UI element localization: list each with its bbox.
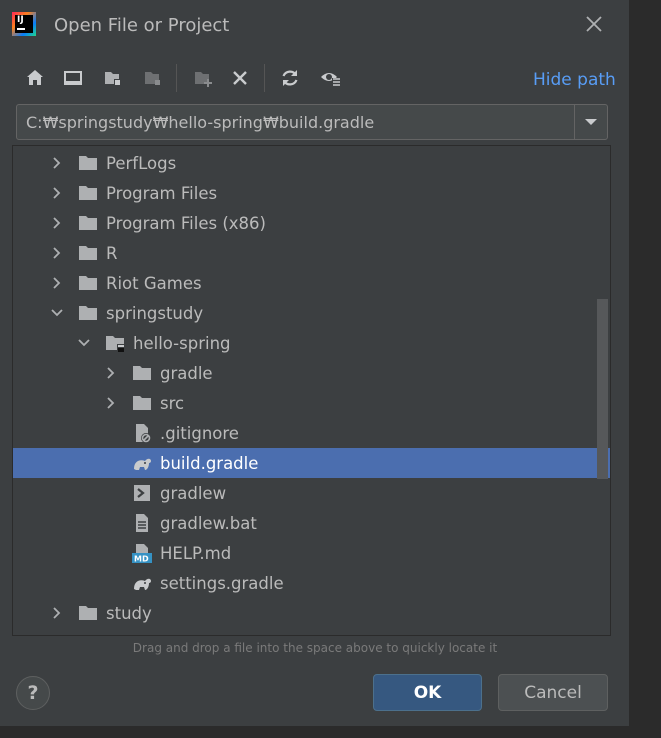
gradle-file-icon <box>134 578 151 590</box>
tree-item-label: src <box>160 394 185 413</box>
delete-button[interactable] <box>227 64 253 92</box>
svg-text:MD: MD <box>134 555 149 564</box>
module-folder-button[interactable] <box>140 64 166 92</box>
chevron-down-icon <box>585 119 597 125</box>
tree-row[interactable]: hello-spring <box>13 328 597 358</box>
tree-row[interactable]: gradlew.bat <box>13 508 597 538</box>
chevron-right-icon[interactable] <box>49 155 65 171</box>
background-bottom <box>0 726 661 738</box>
file-tree[interactable]: PerfLogs Program Files Program Files (x86)… <box>12 145 611 636</box>
tree-row[interactable]: settings.gradle <box>13 568 597 598</box>
title-bar: IJ Open File or Project <box>0 0 630 52</box>
tree-scrollbar-thumb[interactable] <box>597 299 608 479</box>
show-hidden-icon <box>321 73 341 87</box>
tree-item-label: Program Files <box>106 184 218 203</box>
chevron-right-icon[interactable] <box>49 605 65 621</box>
tree-row[interactable]: PerfLogs <box>13 148 597 178</box>
path-dropdown-button[interactable] <box>574 105 607 139</box>
toolbar-separator <box>176 64 177 92</box>
chevron-right-icon[interactable] <box>103 365 119 381</box>
project-folder-button[interactable] <box>100 64 126 92</box>
chevron-right-icon[interactable] <box>49 215 65 231</box>
tree-row[interactable]: .gitignore <box>13 418 597 448</box>
tree-row[interactable]: Program Files (x86) <box>13 208 597 238</box>
tree-item-label: settings.gradle <box>160 574 284 593</box>
module-folder-icon <box>145 72 160 85</box>
show-hidden-button[interactable] <box>318 64 344 92</box>
markdown-file-icon: MD <box>132 544 152 564</box>
chevron-right-icon[interactable] <box>49 275 65 291</box>
folder-icon <box>79 606 97 620</box>
project-folder-icon <box>106 336 125 353</box>
folder-icon <box>78 633 98 636</box>
tree-item-label: PerfLogs <box>106 154 177 173</box>
folder-icon <box>79 156 97 170</box>
desktop-icon <box>64 71 82 85</box>
tree-row[interactable]: MD HELP.md <box>13 538 597 568</box>
folder-icon <box>79 276 97 290</box>
tree-item-label: study <box>106 604 152 623</box>
refresh-button[interactable] <box>277 64 303 92</box>
ignore-file-icon <box>136 424 151 443</box>
tree-item-label: R <box>106 244 118 263</box>
tree-row[interactable]: study <box>13 598 597 628</box>
tree-row[interactable]: R <box>13 238 597 268</box>
folder-icon <box>133 396 151 410</box>
text-file-icon <box>136 514 148 532</box>
toolbar-separator <box>264 64 265 92</box>
tree-item-label: build.gradle <box>160 454 259 473</box>
tree-item-label: Riot Games <box>106 274 202 293</box>
home-icon <box>27 70 43 85</box>
tree-item-label: springstudy <box>106 304 204 323</box>
tree-row[interactable]: build.gradle <box>13 448 610 478</box>
cancel-button[interactable]: Cancel <box>498 674 608 711</box>
new-folder-button[interactable] <box>190 64 216 92</box>
drag-drop-hint: Drag and drop a file into the space abov… <box>132 641 498 655</box>
chevron-down-icon[interactable] <box>76 335 92 351</box>
tree-row[interactable]: src <box>13 388 597 418</box>
folder-icon <box>133 366 151 380</box>
hide-path-link[interactable]: Hide path <box>533 70 616 90</box>
chevron-right-icon[interactable] <box>103 395 119 411</box>
tree-item-label: HELP.md <box>160 544 232 563</box>
chevron-right-icon[interactable] <box>49 185 65 201</box>
folder-icon <box>79 186 97 200</box>
tree-item-label: hello-spring <box>133 334 231 353</box>
desktop-button[interactable] <box>60 64 86 92</box>
home-button[interactable] <box>22 64 48 92</box>
folder-icon <box>79 246 97 260</box>
tree-row[interactable]: Riot Games <box>13 268 597 298</box>
path-combobox[interactable] <box>16 104 608 140</box>
tree-item-label: Program Files (x86) <box>106 214 266 233</box>
gradle-file-icon <box>134 458 151 470</box>
chevron-right-icon[interactable] <box>49 245 65 261</box>
logo-text: IJ <box>17 15 24 25</box>
folder-icon <box>79 216 97 230</box>
tree-item-label: .gitignore <box>160 424 239 443</box>
background-strip <box>630 0 661 738</box>
tree-row[interactable]: Program Files <box>13 178 597 208</box>
tree-row[interactable]: springstudy <box>13 298 597 328</box>
project-folder-icon <box>105 72 121 86</box>
tree-item-label: gradlew.bat <box>160 514 257 533</box>
refresh-icon <box>282 70 298 86</box>
delete-icon <box>233 71 247 85</box>
shell-file-icon <box>134 485 150 501</box>
tree-row[interactable]: gradle <box>13 358 597 388</box>
tree-item-label: gradlew <box>160 484 227 503</box>
intellij-logo-icon: IJ <box>12 12 36 36</box>
chevron-down-icon[interactable] <box>49 305 65 321</box>
tree-row[interactable]: gradlew <box>13 478 597 508</box>
path-input[interactable] <box>17 105 574 139</box>
folder-icon <box>79 306 97 320</box>
tree-row[interactable] <box>13 628 597 636</box>
tree-item-label: gradle <box>160 364 213 383</box>
close-icon[interactable] <box>582 12 606 36</box>
new-folder-icon <box>195 72 212 87</box>
help-button[interactable]: ? <box>16 676 50 710</box>
open-file-dialog: IJ Open File or Project Hide path C:₩spr… <box>0 0 630 726</box>
ok-button[interactable]: OK <box>373 674 482 711</box>
dialog-title: Open File or Project <box>54 15 230 36</box>
chevron-right-icon[interactable] <box>49 635 65 636</box>
